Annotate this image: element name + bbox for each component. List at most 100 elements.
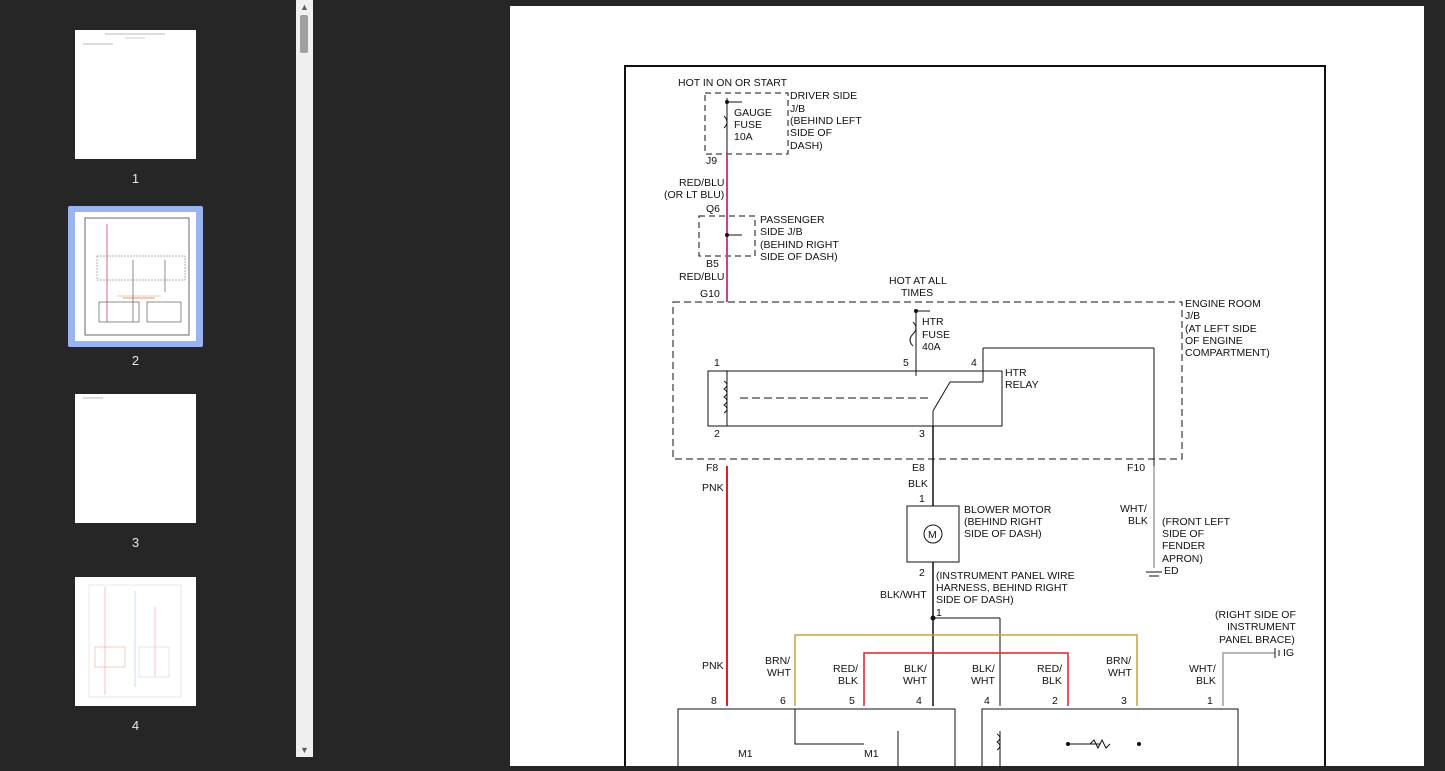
pin-label: 3 (919, 428, 925, 440)
wire-color-label: BRN/ (1106, 655, 1131, 667)
engine-jb-label: COMPARTMENT) (1185, 347, 1270, 359)
ground-id-label: ED (1164, 565, 1179, 577)
gauge-fuse-label: FUSE (734, 119, 762, 131)
pin-label: 4 (971, 357, 977, 369)
blower-motor-label: (BEHIND RIGHT (964, 516, 1043, 528)
page-number-label: 4 (131, 718, 140, 733)
wire-color-label: BLK (838, 675, 858, 687)
pin-label: 2 (919, 567, 925, 579)
ground-location-label: SIDE OF (1162, 528, 1204, 540)
wire-color-label: BRN/ (765, 655, 790, 667)
pin-label: 5 (903, 357, 909, 369)
ground-location-label: PANEL BRACE) (1219, 634, 1295, 646)
ground-location-label: FENDER (1162, 540, 1206, 552)
ground-location-label: (FRONT LEFT (1162, 516, 1231, 528)
connector-label: M1 (738, 748, 753, 760)
htr-fuse-label: FUSE (922, 329, 950, 341)
wire-color-label: BLK (908, 478, 928, 490)
wire-color-label: WHT/ (1120, 503, 1147, 515)
wire-color-label: RED/BLU (679, 177, 725, 189)
pin-label: 2 (1052, 695, 1058, 707)
wire-color-label: WHT (1108, 667, 1132, 679)
connector-label: J9 (706, 155, 717, 167)
htr-relay-label: HTR (1005, 367, 1027, 379)
motor-symbol-label: M (928, 529, 937, 541)
wire-color-label: BLK (1042, 675, 1062, 687)
wire-color-label: PNK (702, 660, 724, 672)
driver-jb-label: SIDE OF (790, 127, 832, 139)
sidebar-scrollbar[interactable]: ▲ ▼ (296, 0, 313, 757)
connector-label: G10 (700, 288, 720, 300)
ground-location-label: (RIGHT SIDE OF (1215, 609, 1296, 621)
htr-fuse-label: HTR (922, 316, 944, 328)
driver-jb-label: DRIVER SIDE (790, 90, 857, 102)
connector-label: F10 (1127, 462, 1145, 474)
page-3-preview[interactable] (75, 394, 196, 523)
wire-color-label: BLK/ (972, 663, 995, 675)
page-number-label: 1 (131, 171, 140, 186)
wire-color-label: BLK/ (904, 663, 927, 675)
wire-color-label: WHT/ (1189, 663, 1216, 675)
wire-color-label: (OR LT BLU) (664, 189, 724, 201)
wire-color-label: PNK (702, 482, 724, 494)
engine-jb-label: J/B (1185, 310, 1200, 322)
pin-label: 2 (714, 428, 720, 440)
driver-jb-label: J/B (790, 103, 805, 115)
hot-in-on-label: HOT IN ON OR START (678, 77, 788, 89)
pdf-page-2: HOT IN ON OR START DRIVER SIDE J/B (BEHI… (510, 6, 1424, 771)
engine-jb-label: OF ENGINE (1185, 335, 1243, 347)
driver-jb-label: DASH) (790, 140, 823, 152)
pin-label: 4 (984, 695, 990, 707)
connector-label: M1 (864, 748, 879, 760)
pin-label: 1 (919, 493, 925, 505)
hot-at-all-label: HOT AT ALL (889, 275, 947, 287)
pin-label: 3 (1121, 695, 1127, 707)
htr-fuse-label: 40A (922, 341, 941, 353)
passenger-jb-label: SIDE OF DASH) (760, 251, 838, 263)
ground-location-label: APRON) (1162, 553, 1203, 565)
engine-jb-label: (AT LEFT SIDE (1185, 323, 1257, 335)
wire-color-label: RED/ (1037, 663, 1062, 675)
wire-color-label: BLK/WHT (880, 589, 927, 601)
page-2-preview[interactable] (75, 212, 196, 341)
ground-location-label: INSTRUMENT (1227, 621, 1296, 633)
pin-label: 4 (916, 695, 922, 707)
connector-label: E8 (912, 462, 925, 474)
wire-color-label: WHT (767, 667, 791, 679)
page-1-preview[interactable] (75, 30, 196, 159)
wiring-diagram: HOT IN ON OR START DRIVER SIDE J/B (BEHI… (624, 65, 1326, 771)
page-number-label: 3 (131, 535, 140, 550)
pin-label: 8 (711, 695, 717, 707)
wire-color-label: RED/BLU (679, 271, 725, 283)
harness-label: HARNESS, BEHIND RIGHT (936, 582, 1068, 594)
scroll-down-arrow-icon[interactable]: ▼ (296, 743, 313, 757)
scroll-up-arrow-icon[interactable]: ▲ (296, 0, 313, 14)
diagram-border (624, 65, 1326, 771)
gauge-fuse-label: GAUGE (734, 107, 772, 119)
hot-at-all-label: TIMES (901, 287, 933, 299)
harness-label: SIDE OF DASH) (936, 594, 1014, 606)
passenger-jb-label: SIDE J/B (760, 226, 803, 238)
ground-id-label: IG (1283, 647, 1294, 659)
wire-color-label: BLK (1128, 515, 1148, 527)
pin-label: 1 (1207, 695, 1213, 707)
wire-color-label: BLK (1196, 675, 1216, 687)
wire-color-label: WHT (971, 675, 995, 687)
page-4-preview[interactable] (75, 577, 196, 706)
pin-label: 6 (780, 695, 786, 707)
thumbnail-sidebar: 1 2 3 4 (0, 0, 296, 757)
scrollbar-thumb[interactable] (300, 15, 308, 53)
engine-jb-label: ENGINE ROOM (1185, 298, 1261, 310)
connector-label: F8 (706, 462, 718, 474)
connector-label: B5 (706, 258, 719, 270)
page-number-label: 2 (131, 353, 140, 368)
passenger-jb-label: PASSENGER (760, 214, 825, 226)
htr-relay-label: RELAY (1005, 379, 1039, 391)
pin-label: 5 (849, 695, 855, 707)
blower-motor-label: BLOWER MOTOR (964, 504, 1052, 516)
pin-label: 1 (936, 607, 942, 619)
connector-label: Q6 (706, 203, 720, 215)
pin-label: 1 (714, 357, 720, 369)
harness-label: (INSTRUMENT PANEL WIRE (936, 570, 1075, 582)
gauge-fuse-label: 10A (734, 131, 753, 143)
